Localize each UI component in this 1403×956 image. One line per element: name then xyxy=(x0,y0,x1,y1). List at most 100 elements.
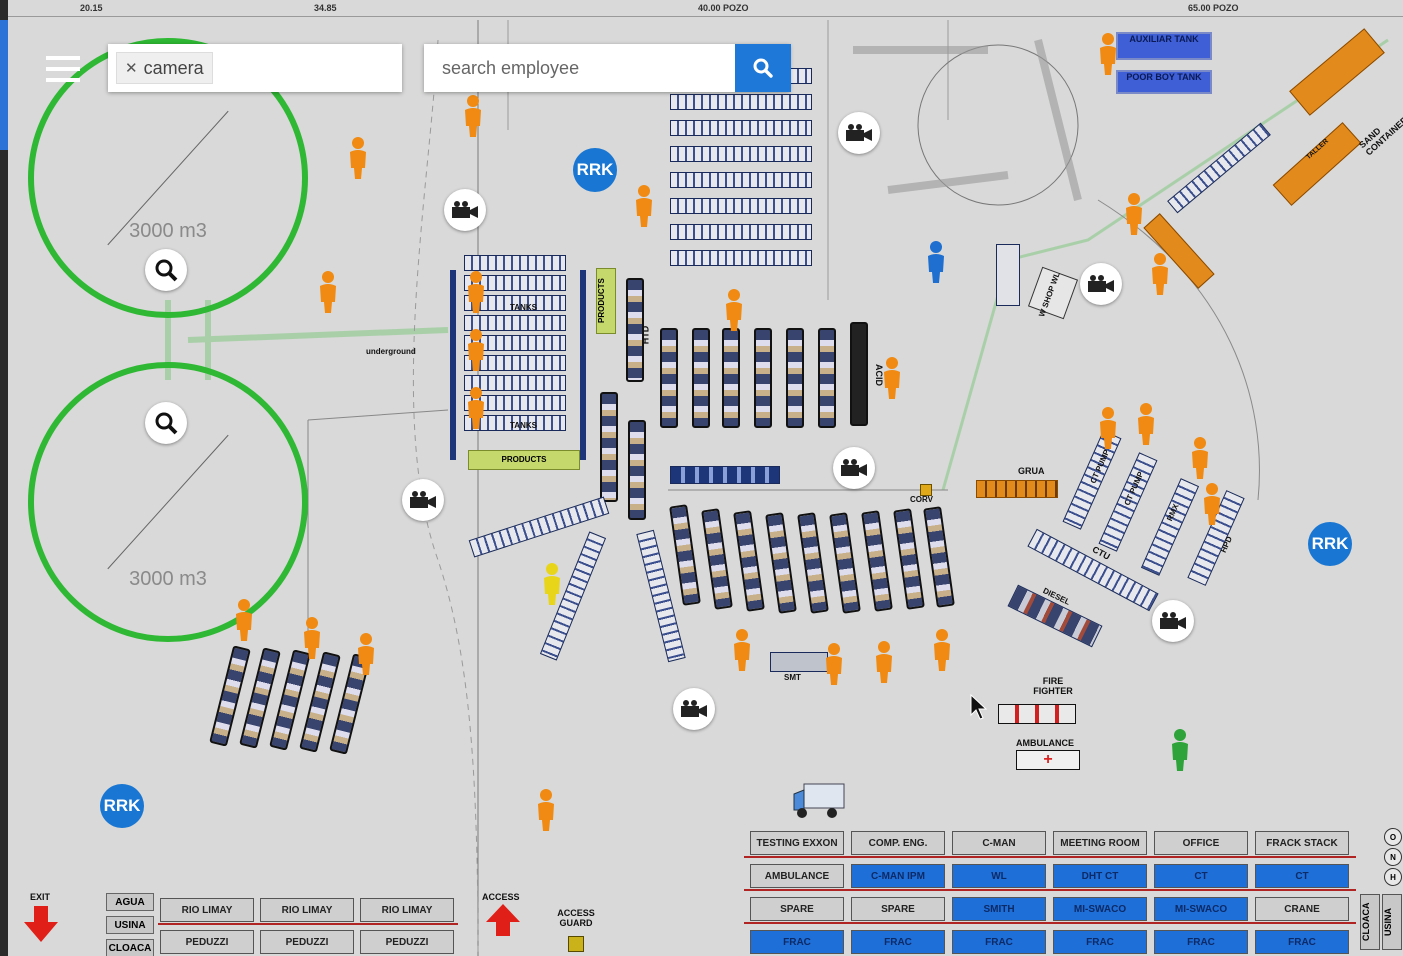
person-orange-icon[interactable] xyxy=(874,640,894,684)
frac-tank-rack[interactable] xyxy=(670,68,820,278)
camp-block[interactable]: C-MAN xyxy=(952,831,1046,855)
camp-block[interactable]: MEETING ROOM xyxy=(1053,831,1147,855)
rrk-badge[interactable]: RRK xyxy=(1308,522,1352,566)
smt-truck[interactable] xyxy=(770,652,828,672)
person-orange-icon[interactable] xyxy=(463,94,483,138)
camp-block[interactable]: CRANE xyxy=(1255,897,1349,921)
rrk-badge[interactable]: RRK xyxy=(573,148,617,192)
corv-marker[interactable] xyxy=(920,484,932,496)
person-orange-icon[interactable] xyxy=(1136,402,1156,446)
zoom-tank-button[interactable] xyxy=(145,249,187,291)
ambulance-truck[interactable]: + xyxy=(1016,750,1080,770)
guard-house[interactable] xyxy=(568,936,584,952)
search-button[interactable] xyxy=(735,44,791,92)
blender-truck[interactable] xyxy=(628,420,646,520)
employee-search[interactable] xyxy=(424,44,791,92)
person-orange-icon[interactable] xyxy=(634,184,654,228)
person-orange-icon[interactable] xyxy=(466,328,486,372)
person-blue-icon[interactable] xyxy=(926,240,946,284)
usina-vertical-block[interactable]: USINA xyxy=(1382,894,1402,950)
camera-marker[interactable] xyxy=(444,189,486,231)
camp-block[interactable]: CT xyxy=(1255,864,1349,888)
camp-block[interactable]: FRAC xyxy=(1053,930,1147,954)
wl-truck[interactable] xyxy=(996,244,1020,306)
layer-filter-box[interactable]: ✕ camera xyxy=(108,44,402,92)
camp-block[interactable]: FRACK STACK xyxy=(1255,831,1349,855)
cloaca-vertical-block[interactable]: CLOACA xyxy=(1360,894,1380,950)
person-orange-icon[interactable] xyxy=(318,270,338,314)
person-orange-icon[interactable] xyxy=(1098,32,1118,76)
person-orange-icon[interactable] xyxy=(466,386,486,430)
camp-block[interactable]: MI-SWACO xyxy=(1053,897,1147,921)
site-map[interactable]: 20.15 34.85 40.00 POZO 65.00 POZO 3000 m… xyxy=(8,0,1403,956)
filter-chip-camera[interactable]: ✕ camera xyxy=(116,52,213,84)
poor-boy-tank[interactable]: POOR BOY TANK xyxy=(1116,70,1212,94)
side-button[interactable]: N xyxy=(1384,848,1402,866)
camp-block[interactable]: COMP. ENG. xyxy=(851,831,945,855)
side-button[interactable]: O xyxy=(1384,828,1402,846)
pump-truck-row-lower[interactable] xyxy=(668,504,955,635)
person-orange-icon[interactable] xyxy=(1150,252,1170,296)
auxiliar-tank[interactable]: AUXILIAR TANK xyxy=(1116,32,1212,60)
cloaca-block[interactable]: CLOACA xyxy=(106,939,154,956)
camera-marker[interactable] xyxy=(833,447,875,489)
employee-search-input[interactable] xyxy=(424,44,760,92)
delivery-truck-icon[interactable] xyxy=(792,780,850,822)
person-orange-icon[interactable] xyxy=(1098,406,1118,450)
camp-block[interactable]: CT xyxy=(1154,864,1248,888)
person-orange-icon[interactable] xyxy=(1202,482,1222,526)
blender-truck[interactable] xyxy=(600,392,618,502)
peduzzi-block[interactable]: PEDUZZI xyxy=(160,930,254,954)
rrk-badge[interactable]: RRK xyxy=(100,784,144,828)
pump-truck-row-upper[interactable] xyxy=(660,322,870,452)
camera-marker[interactable] xyxy=(1080,263,1122,305)
camp-block[interactable]: FRAC xyxy=(952,930,1046,954)
camp-block[interactable]: SPARE xyxy=(750,897,844,921)
peduzzi-block[interactable]: PEDUZZI xyxy=(360,930,454,954)
hamburger-menu-button[interactable] xyxy=(46,54,80,84)
camp-block[interactable]: SPARE xyxy=(851,897,945,921)
person-orange-icon[interactable] xyxy=(824,642,844,686)
close-icon[interactable]: ✕ xyxy=(125,59,138,77)
camp-block[interactable]: TESTING EXXON xyxy=(750,831,844,855)
zoom-tank-button[interactable] xyxy=(145,402,187,444)
camera-marker[interactable] xyxy=(673,688,715,730)
peduzzi-block[interactable]: PEDUZZI xyxy=(260,930,354,954)
manifold-trailer[interactable] xyxy=(670,466,780,484)
camera-marker[interactable] xyxy=(1152,600,1194,642)
camp-block[interactable]: FRAC xyxy=(1255,930,1349,954)
rio-limay-block[interactable]: RIO LIMAY xyxy=(260,898,354,922)
usina-block[interactable]: USINA xyxy=(106,916,154,934)
camera-marker[interactable] xyxy=(402,479,444,521)
person-orange-icon[interactable] xyxy=(302,616,322,660)
camp-block[interactable]: DHT CT xyxy=(1053,864,1147,888)
person-orange-icon[interactable] xyxy=(882,356,902,400)
rio-limay-block[interactable]: RIO LIMAY xyxy=(160,898,254,922)
camp-block[interactable]: C-MAN IPM xyxy=(851,864,945,888)
camp-block[interactable]: FRAC xyxy=(750,930,844,954)
camp-block[interactable]: OFFICE xyxy=(1154,831,1248,855)
camp-block[interactable]: AMBULANCE xyxy=(750,864,844,888)
person-orange-icon[interactable] xyxy=(732,628,752,672)
camera-marker[interactable] xyxy=(838,112,880,154)
fire-fighter-truck[interactable] xyxy=(998,704,1076,724)
person-orange-icon[interactable] xyxy=(932,628,952,672)
person-orange-icon[interactable] xyxy=(1190,436,1210,480)
agua-block[interactable]: AGUA xyxy=(106,893,154,911)
rio-limay-block[interactable]: RIO LIMAY xyxy=(360,898,454,922)
camp-block[interactable]: MI-SWACO xyxy=(1154,897,1248,921)
person-orange-icon[interactable] xyxy=(356,632,376,676)
person-orange-icon[interactable] xyxy=(536,788,556,832)
camp-block[interactable]: WL xyxy=(952,864,1046,888)
side-button[interactable]: H xyxy=(1384,868,1402,886)
camp-block[interactable]: FRAC xyxy=(1154,930,1248,954)
person-green-icon[interactable] xyxy=(1170,728,1190,772)
camp-block[interactable]: FRAC xyxy=(851,930,945,954)
person-orange-icon[interactable] xyxy=(724,288,744,332)
person-orange-icon[interactable] xyxy=(1124,192,1144,236)
camp-block[interactable]: SMITH xyxy=(952,897,1046,921)
person-yellow-icon[interactable] xyxy=(542,562,562,606)
crane[interactable] xyxy=(976,480,1058,498)
person-orange-icon[interactable] xyxy=(348,136,368,180)
person-orange-icon[interactable] xyxy=(466,270,486,314)
